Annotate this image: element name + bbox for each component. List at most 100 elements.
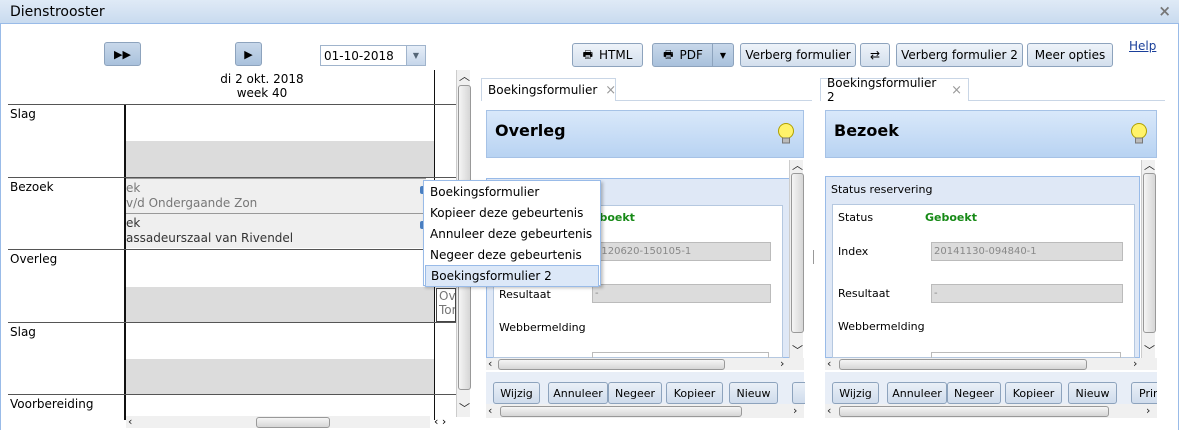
scroll-thumb[interactable]: [498, 359, 725, 370]
form1-heading: Overleg: [495, 121, 566, 140]
status-value: Geboekt: [925, 211, 977, 224]
scroll-down-icon[interactable]: ﹀: [792, 345, 803, 356]
close-icon[interactable]: ×: [951, 83, 962, 98]
form1-header: Overleg: [486, 110, 804, 158]
lightbulb-icon[interactable]: [777, 122, 795, 144]
fast-forward-icon: ▶▶: [114, 47, 131, 61]
calendar-event[interactable]: ek v/d Ondergaande Zon: [126, 178, 426, 213]
scroll-left-icon[interactable]: ‹: [827, 405, 831, 416]
scroll-down-icon[interactable]: ﹀: [1144, 345, 1155, 356]
html-button[interactable]: 🖶 HTML: [572, 43, 643, 67]
scroll-right-icon[interactable]: ›: [1146, 405, 1150, 416]
scroll-left-icon[interactable]: ‹: [488, 405, 492, 416]
index-label: Index: [838, 245, 869, 258]
overleg-event[interactable]: Ov Tor: [436, 288, 456, 322]
nieuw-button[interactable]: Nieuw: [1068, 382, 1117, 404]
row-divider: [8, 322, 457, 323]
calendar-header: di 2 okt. 2018 week 40: [200, 72, 324, 100]
scroll-thumb[interactable]: [839, 406, 1109, 417]
negeer-button[interactable]: Negeer: [608, 382, 662, 404]
negeer-button[interactable]: Negeer: [947, 382, 1001, 404]
calendar-horizontal-scrollbar[interactable]: ‹: [126, 416, 430, 428]
kopieer-button[interactable]: Kopieer: [666, 382, 723, 404]
close-icon[interactable]: ×: [605, 83, 616, 98]
annuleer-button[interactable]: Annuleer: [548, 382, 608, 404]
pdf-button[interactable]: 🖶 PDF ▼: [652, 43, 734, 67]
hide-form-button[interactable]: Verberg formulier: [740, 43, 856, 67]
row-shade: [126, 141, 434, 177]
resultaat-field: -: [931, 284, 1123, 303]
scroll-thumb[interactable]: [839, 359, 1087, 370]
form1-bottom-scrollbar[interactable]: ‹ ›: [486, 404, 804, 418]
form2-header: Bezoek: [825, 110, 1157, 158]
scroll-thumb[interactable]: [1143, 173, 1156, 333]
section-title: Status reservering: [831, 183, 933, 196]
date-value: 01-10-2018: [324, 49, 394, 63]
scroll-right-icon[interactable]: ›: [780, 358, 784, 369]
form2-horizontal-scrollbar[interactable]: ‹ ›: [825, 358, 1157, 370]
day-label: di 2 okt. 2018: [220, 72, 304, 86]
menu-item-negeer[interactable]: Negeer deze gebeurtenis: [425, 245, 599, 265]
annuleer-button[interactable]: Annuleer: [887, 382, 947, 404]
calendar-event[interactable]: ek assadeurszaal van Rivendel: [126, 213, 426, 248]
tab-boekingsformulier[interactable]: Boekingsformulier ×: [481, 78, 616, 101]
swap-icon: ⇄: [869, 48, 881, 62]
swap-forms-button[interactable]: ⇄: [860, 43, 890, 67]
event-location: Tor: [439, 303, 456, 317]
play-icon: ▶: [244, 47, 253, 61]
scroll-left-icon[interactable]: ‹: [488, 358, 492, 369]
date-field[interactable]: 01-10-2018 ▼: [320, 45, 426, 66]
wijzig-button[interactable]: Wijzig: [832, 382, 879, 404]
lightbulb-icon[interactable]: [1130, 122, 1148, 144]
play-button[interactable]: ▶: [235, 42, 262, 66]
scroll-thumb[interactable]: [791, 173, 804, 333]
more-options-button[interactable]: Meer opties: [1027, 43, 1113, 67]
form2-vertical-scrollbar[interactable]: ︿ ﹀: [1141, 160, 1156, 358]
scroll-right-icon[interactable]: ›: [793, 405, 797, 416]
scroll-down-icon[interactable]: ﹀: [459, 403, 470, 414]
resultaat-label: Resultaat: [838, 287, 890, 300]
printer-icon: 🖶: [582, 47, 593, 61]
tab-label: Boekingsformulier: [488, 83, 598, 97]
scroll-up-icon[interactable]: ︿: [459, 71, 470, 82]
window-title: Dienstrooster: [10, 4, 105, 20]
scroll-left-icon[interactable]: ‹: [128, 416, 132, 427]
event-location: assadeurszaal van Rivendel: [126, 231, 294, 245]
row-shade: [126, 287, 434, 322]
print-button[interactable]: Prin: [1131, 382, 1157, 404]
form1-vertical-scrollbar[interactable]: ︿ ﹀: [789, 160, 804, 358]
kopieer-button[interactable]: Kopieer: [1005, 382, 1062, 404]
tab-label: Boekingsformulier 2: [827, 76, 937, 104]
wijzig-button[interactable]: Wijzig: [493, 382, 540, 404]
scroll-right-icon[interactable]: ›: [1133, 358, 1137, 369]
chevron-down-icon[interactable]: ▼: [712, 44, 733, 66]
close-icon[interactable]: ×: [1158, 2, 1171, 20]
help-link[interactable]: Help: [1129, 39, 1156, 53]
status-label: Status: [838, 211, 874, 224]
index-field: 0120620-150105-1: [592, 242, 771, 261]
scroll-thumb[interactable]: [256, 417, 330, 428]
calendar-scroll-arrows[interactable]: ‹ ›: [434, 416, 454, 428]
scroll-left-icon[interactable]: ‹: [827, 358, 831, 369]
print-button[interactable]: [792, 382, 805, 404]
webbermelding-label: Webbermelding: [499, 321, 586, 334]
scroll-up-icon[interactable]: ︿: [1144, 160, 1155, 171]
nieuw-button[interactable]: Nieuw: [729, 382, 778, 404]
row-divider: [8, 104, 457, 105]
menu-item-boekingsformulier[interactable]: Boekingsformulier: [425, 182, 599, 202]
form1-horizontal-scrollbar[interactable]: ‹ ›: [486, 358, 804, 370]
row-divider: [8, 394, 457, 395]
menu-item-annuleer[interactable]: Annuleer deze gebeurtenis: [425, 224, 599, 244]
splitter-handle[interactable]: [813, 250, 814, 264]
hide-form2-button[interactable]: Verberg formulier 2: [896, 43, 1023, 67]
fast-forward-button[interactable]: ▶▶: [104, 42, 141, 66]
scroll-thumb[interactable]: [500, 406, 742, 417]
printer-icon: 🖶: [663, 47, 674, 61]
tab-boekingsformulier-2[interactable]: Boekingsformulier 2 ×: [820, 76, 969, 104]
row-shade: [126, 359, 434, 394]
scroll-up-icon[interactable]: ︿: [792, 160, 803, 171]
chevron-down-icon[interactable]: ▼: [406, 46, 425, 65]
menu-item-kopieer[interactable]: Kopieer deze gebeurtenis: [425, 203, 599, 223]
menu-item-boekingsformulier-2[interactable]: Boekingsformulier 2: [425, 265, 599, 287]
form2-bottom-scrollbar[interactable]: ‹ ›: [825, 404, 1157, 418]
